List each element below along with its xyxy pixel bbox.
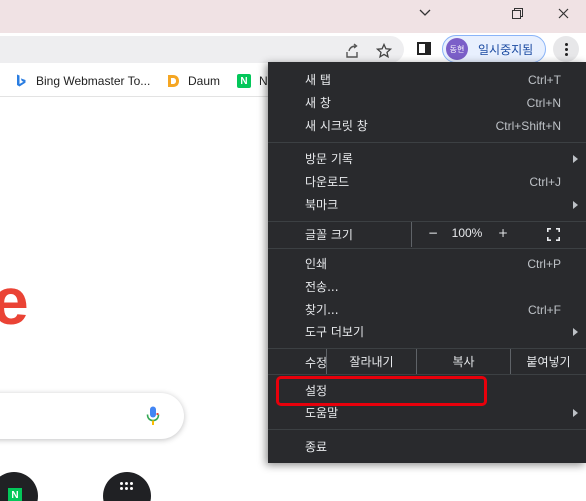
naver-icon: N xyxy=(8,488,22,501)
restore-icon xyxy=(511,7,523,19)
avatar: 동현 xyxy=(446,38,468,60)
bookmark-label: Daum xyxy=(188,74,221,88)
menu-label: 새 시크릿 창 xyxy=(305,119,368,133)
cut-button[interactable]: 잘라내기 xyxy=(326,349,416,374)
chrome-menu-button[interactable] xyxy=(553,36,579,62)
profile-button[interactable]: 동현 일시중지됨 xyxy=(442,35,546,63)
bookmark-bing[interactable]: Bing Webmaster To... xyxy=(14,72,150,90)
microphone-icon[interactable] xyxy=(146,406,160,426)
naver-icon: N xyxy=(237,74,251,88)
side-panel-icon[interactable] xyxy=(417,42,431,55)
title-bar xyxy=(0,0,586,33)
menu-divider xyxy=(268,248,586,249)
chevron-down-icon xyxy=(419,9,431,16)
zoom-in-button[interactable]: + xyxy=(496,226,510,240)
bookmark-label: N xyxy=(259,74,268,88)
bookmark-star-icon[interactable] xyxy=(376,43,392,59)
zoom-level: 100% xyxy=(451,226,483,240)
bookmark-naver[interactable]: N N xyxy=(237,72,268,90)
apps-grid-icon xyxy=(120,482,134,490)
shortcut-more[interactable] xyxy=(103,472,151,501)
toolbar: 동현 일시중지됨 xyxy=(0,33,586,65)
menu-shortcut: Ctrl+T xyxy=(528,72,561,87)
restore-button[interactable] xyxy=(494,0,540,26)
zoom-out-button[interactable]: − xyxy=(426,226,440,240)
menu-label: 다운로드 xyxy=(305,175,350,189)
menu-item-print[interactable]: 인쇄 Ctrl+P xyxy=(268,252,586,275)
minimize-button[interactable] xyxy=(402,0,448,26)
share-icon[interactable] xyxy=(344,43,360,59)
profile-status-label: 일시중지됨 xyxy=(478,42,534,57)
paste-button[interactable]: 붙여넣기 xyxy=(510,349,586,374)
kebab-dot xyxy=(564,42,568,46)
menu-shortcut: Ctrl+N xyxy=(526,95,561,110)
submenu-arrow-icon xyxy=(573,408,578,417)
menu-item-downloads[interactable]: 다운로드 Ctrl+J xyxy=(268,170,586,193)
copy-button[interactable]: 복사 xyxy=(416,349,510,374)
bookmark-label: Bing Webmaster To... xyxy=(36,74,151,88)
menu-item-find[interactable]: 찾기... Ctrl+F xyxy=(268,298,586,321)
close-icon xyxy=(558,8,568,18)
menu-item-exit[interactable]: 종료 xyxy=(268,435,586,458)
settings-highlight-box xyxy=(276,376,487,406)
kebab-dot xyxy=(564,47,568,51)
menu-divider xyxy=(268,142,586,143)
menu-label: 새 탭 xyxy=(305,73,331,87)
menu-divider xyxy=(268,429,586,430)
menu-divider xyxy=(268,374,586,375)
bing-icon xyxy=(14,74,28,88)
browser-window: 동현 일시중지됨 Bing Webmaster To... Daum N N e xyxy=(0,0,586,501)
kebab-dot xyxy=(564,52,568,56)
close-button[interactable] xyxy=(540,0,586,26)
menu-label: 전송... xyxy=(305,280,339,294)
bookmark-daum[interactable]: Daum xyxy=(166,72,220,90)
menu-zoom-row: 글꼴 크기 − 100% + xyxy=(268,222,586,247)
menu-item-cast[interactable]: 전송... xyxy=(268,275,586,298)
edit-label: 수정 xyxy=(305,356,328,370)
menu-shortcut: Ctrl+J xyxy=(529,174,561,189)
menu-item-bookmarks[interactable]: 북마크 xyxy=(268,193,586,216)
menu-label: 찾기... xyxy=(305,303,339,317)
google-logo-fragment: e xyxy=(0,264,29,338)
menu-label: 도움말 xyxy=(305,406,339,420)
menu-edit-row: 수정 잘라내기 복사 붙여넣기 xyxy=(268,349,586,374)
submenu-arrow-icon xyxy=(573,200,578,209)
menu-label: 도구 더보기 xyxy=(305,325,365,339)
menu-item-history[interactable]: 방문 기록 xyxy=(268,147,586,170)
zoom-label: 글꼴 크기 xyxy=(305,228,353,242)
daum-icon xyxy=(166,74,180,88)
address-bar[interactable] xyxy=(0,36,404,63)
menu-shortcut: Ctrl+Shift+N xyxy=(495,118,561,133)
submenu-arrow-icon xyxy=(573,154,578,163)
menu-item-incognito[interactable]: 새 시크릿 창 Ctrl+Shift+N xyxy=(268,114,586,137)
menu-label: 인쇄 xyxy=(305,257,328,271)
menu-shortcut: Ctrl+P xyxy=(527,256,561,271)
menu-item-new-tab[interactable]: 새 탭 Ctrl+T xyxy=(268,68,586,91)
submenu-arrow-icon xyxy=(573,327,578,336)
shortcut-naver[interactable]: N xyxy=(0,472,38,501)
menu-shortcut: Ctrl+F xyxy=(528,302,561,317)
menu-item-new-window[interactable]: 새 창 Ctrl+N xyxy=(268,91,586,114)
menu-label: 새 창 xyxy=(305,96,331,110)
menu-label: 방문 기록 xyxy=(305,152,353,166)
menu-label: 북마크 xyxy=(305,198,339,212)
fullscreen-icon[interactable] xyxy=(547,228,560,241)
menu-item-more-tools[interactable]: 도구 더보기 xyxy=(268,320,586,343)
menu-label: 종료 xyxy=(305,440,328,454)
